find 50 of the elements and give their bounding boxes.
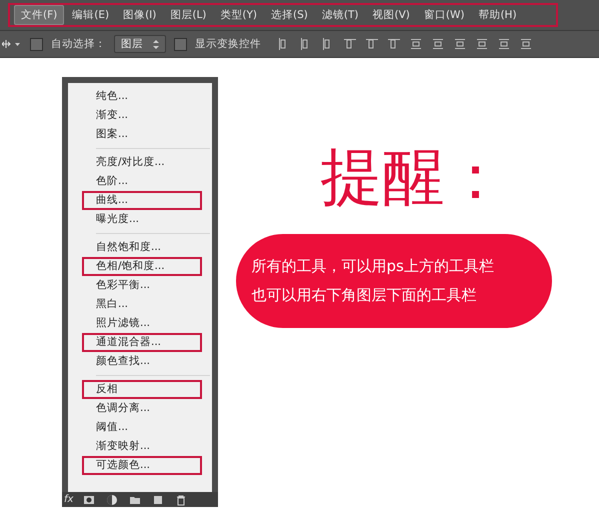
distribute-icon[interactable] (475, 37, 489, 51)
menu-item[interactable]: 自然饱和度... (68, 238, 202, 257)
menu-item[interactable]: 色调分离... (68, 399, 202, 418)
align-icon[interactable] (343, 37, 357, 51)
layer-dropdown[interactable]: 图层 (114, 35, 166, 53)
reminder-text: 所有的工具，可以用ps上方的工具栏 (252, 257, 495, 276)
menu-item[interactable]: 黑白... (68, 295, 202, 314)
menu-item[interactable]: 色阶... (68, 172, 202, 191)
menu-item[interactable]: 滤镜(T) (316, 6, 364, 24)
menu-item[interactable]: 文件(F) (14, 5, 64, 25)
reminder-title: 提醒： (320, 146, 506, 208)
menu-item[interactable]: 纯色... (68, 87, 202, 106)
distribute-icon[interactable] (497, 37, 511, 51)
checkbox[interactable] (30, 38, 43, 50)
menu-item[interactable]: 类型(Y) (214, 6, 264, 24)
menu-item[interactable]: 可选颜色... (82, 456, 202, 475)
align-icon[interactable] (387, 37, 401, 51)
menu-item[interactable]: 曝光度... (68, 210, 202, 229)
distribute-icon[interactable] (453, 37, 467, 51)
menu-item[interactable]: 反相 (82, 380, 202, 399)
menu-item[interactable]: 图案... (68, 125, 202, 144)
align-icon[interactable] (365, 37, 379, 51)
menu-item[interactable]: 图像(I) (117, 6, 162, 24)
menu-item[interactable]: 色相/饱和度... (82, 257, 202, 276)
menu-item[interactable]: 亮度/对比度... (68, 153, 202, 172)
menu-item[interactable]: 编辑(E) (66, 6, 116, 24)
menu-item[interactable]: 帮助(H) (472, 6, 523, 24)
distribute-icon[interactable] (519, 37, 533, 51)
menu-item[interactable]: 颜色查找... (68, 352, 202, 371)
show-transform-label: 显示变换控件 (195, 37, 261, 51)
distribute-icon[interactable] (409, 37, 423, 51)
menu-item[interactable]: 视图(V) (366, 6, 416, 24)
fx-button[interactable]: fx (64, 494, 74, 505)
menu-item[interactable]: 窗口(W) (418, 6, 470, 24)
adjustment-icon[interactable] (105, 492, 120, 506)
auto-select-label: 自动选择： (51, 37, 106, 51)
menu-item[interactable]: 渐变... (68, 106, 202, 125)
menu-item[interactable]: 曲线... (82, 191, 202, 210)
menu-item[interactable]: 渐变映射... (68, 437, 202, 456)
distribute-icon[interactable] (431, 37, 445, 51)
menu-item[interactable]: 照片滤镜... (68, 314, 202, 333)
menu-item[interactable]: 图层(L) (164, 6, 212, 24)
reminder-text: 也可以用右下角图层下面的工具栏 (252, 286, 478, 305)
menu-item[interactable]: 阈值... (68, 418, 202, 437)
menu-item[interactable]: 通道混合器... (82, 333, 202, 352)
menu-item[interactable]: 选择(S) (265, 6, 314, 24)
spinner-arrows-icon (153, 40, 159, 48)
menu-item[interactable]: 色彩平衡... (68, 276, 202, 295)
checkbox[interactable] (174, 38, 187, 50)
move-tool-icon[interactable] (2, 37, 22, 51)
